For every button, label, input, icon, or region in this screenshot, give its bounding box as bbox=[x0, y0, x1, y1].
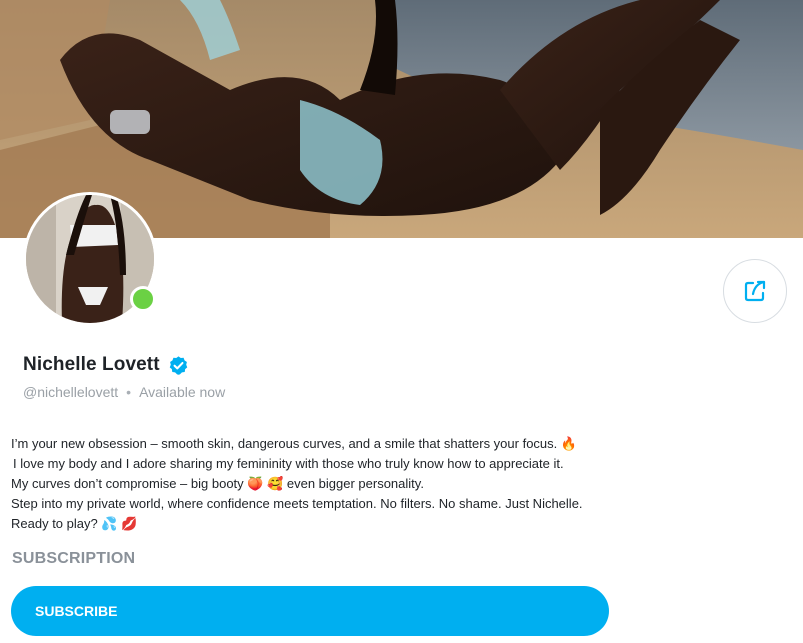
profile-page: Nichelle Lovett @nichellelovett • Availa… bbox=[0, 0, 803, 643]
profile-handle[interactable]: @nichellelovett bbox=[23, 384, 118, 400]
profile-name[interactable]: Nichelle Lovett bbox=[23, 354, 160, 376]
share-button[interactable] bbox=[723, 259, 787, 323]
bio-line: I love my body and I adore sharing my fe… bbox=[13, 456, 564, 471]
bio-line: My curves don’t compromise – big booty 🍑… bbox=[11, 476, 424, 491]
online-status-dot bbox=[130, 286, 156, 312]
availability-status: Available now bbox=[139, 384, 226, 400]
subscription-heading: SUBSCRIPTION bbox=[12, 550, 136, 567]
bio-line: Step into my private world, where confid… bbox=[11, 496, 583, 511]
verified-badge-icon bbox=[169, 355, 187, 375]
bio-line: I’m your new obsession – smooth skin, da… bbox=[11, 436, 578, 451]
profile-name-row: Nichelle Lovett bbox=[23, 354, 189, 376]
profile-meta: @nichellelovett • Available now bbox=[23, 384, 225, 400]
subscribe-button[interactable]: SUBSCRIBE bbox=[11, 586, 609, 636]
bio-line: Ready to play? 💦 💋 bbox=[11, 516, 138, 531]
share-icon bbox=[744, 280, 766, 302]
meta-separator: • bbox=[126, 384, 132, 400]
profile-bio: I’m your new obsession – smooth skin, da… bbox=[11, 434, 711, 534]
